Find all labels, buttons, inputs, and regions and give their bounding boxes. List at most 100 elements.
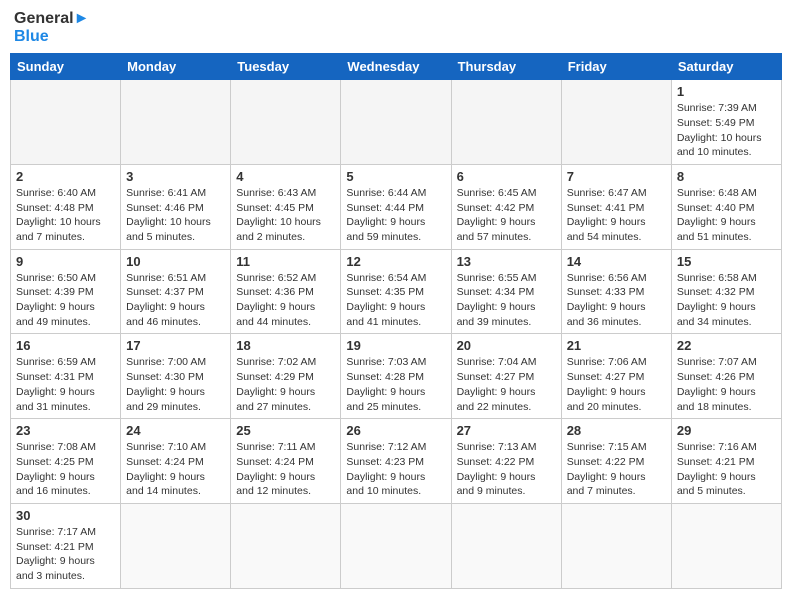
weekday-header-row: SundayMondayTuesdayWednesdayThursdayFrid… [11,54,782,80]
day-number: 9 [16,254,115,269]
calendar-cell: 19Sunrise: 7:03 AMSunset: 4:28 PMDayligh… [341,334,451,419]
weekday-header-friday: Friday [561,54,671,80]
calendar-cell: 22Sunrise: 7:07 AMSunset: 4:26 PMDayligh… [671,334,781,419]
week-row-5: 23 Sunrise: 7:08 AMSunset: 4:25 PMDayligh… [11,419,782,504]
calendar-cell [561,80,671,165]
day-number: 13 [457,254,556,269]
logo: General► Blue [14,10,89,45]
day-info: Sunrise: 7:02 AMSunset: 4:29 PMDaylight:… [236,355,335,414]
day-info: Sunrise: 6:52 AMSunset: 4:36 PMDaylight:… [236,271,335,330]
day-number: 6 [457,169,556,184]
day-number: 4 [236,169,335,184]
calendar-cell: 3 Sunrise: 6:41 AMSunset: 4:46 PMDaylight… [121,164,231,249]
day-number: 23 [16,423,115,438]
week-row-1: 1 Sunrise: 7:39 AMSunset: 5:49 PMDaylight… [11,80,782,165]
page-header: General► Blue [10,10,782,45]
day-info: Sunrise: 7:07 AMSunset: 4:26 PMDaylight:… [677,355,776,414]
calendar-cell [451,503,561,588]
day-number: 29 [677,423,776,438]
day-info: Sunrise: 6:58 AMSunset: 4:32 PMDaylight:… [677,271,776,330]
day-info: Sunrise: 7:16 AMSunset: 4:21 PMDaylight:… [677,440,776,499]
calendar-cell [121,80,231,165]
day-number: 12 [346,254,445,269]
calendar-cell [671,503,781,588]
day-info: Sunrise: 6:43 AMSunset: 4:45 PMDaylight:… [236,186,335,245]
day-info: Sunrise: 6:55 AMSunset: 4:34 PMDaylight:… [457,271,556,330]
logo-container: General► Blue [14,10,89,45]
day-number: 5 [346,169,445,184]
calendar-cell: 20 Sunrise: 7:04 AMSunset: 4:27 PMDayligh… [451,334,561,419]
weekday-header-monday: Monday [121,54,231,80]
calendar-cell: 14 Sunrise: 6:56 AMSunset: 4:33 PMDayligh… [561,249,671,334]
day-info: Sunrise: 7:39 AMSunset: 5:49 PMDaylight:… [677,101,776,160]
day-number: 19 [346,338,445,353]
calendar-cell: 25Sunrise: 7:11 AMSunset: 4:24 PMDayligh… [231,419,341,504]
calendar-cell: 27Sunrise: 7:13 AMSunset: 4:22 PMDayligh… [451,419,561,504]
calendar-cell: 5 Sunrise: 6:44 AMSunset: 4:44 PMDaylight… [341,164,451,249]
calendar-cell: 16Sunrise: 6:59 AMSunset: 4:31 PMDayligh… [11,334,121,419]
day-info: Sunrise: 7:12 AMSunset: 4:23 PMDaylight:… [346,440,445,499]
day-number: 10 [126,254,225,269]
day-number: 11 [236,254,335,269]
day-number: 14 [567,254,666,269]
calendar-cell: 28Sunrise: 7:15 AMSunset: 4:22 PMDayligh… [561,419,671,504]
calendar-cell: 6 Sunrise: 6:45 AMSunset: 4:42 PMDaylight… [451,164,561,249]
day-info: Sunrise: 6:45 AMSunset: 4:42 PMDaylight:… [457,186,556,245]
day-number: 15 [677,254,776,269]
day-info: Sunrise: 6:41 AMSunset: 4:46 PMDaylight:… [126,186,225,245]
calendar-cell: 10 Sunrise: 6:51 AMSunset: 4:37 PMDayligh… [121,249,231,334]
calendar-cell: 7Sunrise: 6:47 AMSunset: 4:41 PMDaylight… [561,164,671,249]
calendar-cell: 24Sunrise: 7:10 AMSunset: 4:24 PMDayligh… [121,419,231,504]
calendar-cell: 29 Sunrise: 7:16 AMSunset: 4:21 PMDayligh… [671,419,781,504]
calendar-cell: 1 Sunrise: 7:39 AMSunset: 5:49 PMDaylight… [671,80,781,165]
day-info: Sunrise: 6:56 AMSunset: 4:33 PMDaylight:… [567,271,666,330]
calendar-cell [121,503,231,588]
calendar-cell [231,503,341,588]
day-number: 8 [677,169,776,184]
logo-blue-text: Blue [14,28,89,46]
logo-general-text: General► [14,10,89,28]
calendar-cell: 11 Sunrise: 6:52 AMSunset: 4:36 PMDayligh… [231,249,341,334]
day-info: Sunrise: 6:59 AMSunset: 4:31 PMDaylight:… [16,355,115,414]
day-info: Sunrise: 7:04 AMSunset: 4:27 PMDaylight:… [457,355,556,414]
day-number: 20 [457,338,556,353]
weekday-header-saturday: Saturday [671,54,781,80]
day-info: Sunrise: 7:10 AMSunset: 4:24 PMDaylight:… [126,440,225,499]
week-row-4: 16Sunrise: 6:59 AMSunset: 4:31 PMDayligh… [11,334,782,419]
calendar-cell: 4 Sunrise: 6:43 AMSunset: 4:45 PMDaylight… [231,164,341,249]
day-number: 1 [677,84,776,99]
weekday-header-tuesday: Tuesday [231,54,341,80]
day-number: 26 [346,423,445,438]
calendar-cell: 12 Sunrise: 6:54 AMSunset: 4:35 PMDayligh… [341,249,451,334]
calendar-cell: 23 Sunrise: 7:08 AMSunset: 4:25 PMDayligh… [11,419,121,504]
calendar-cell [341,503,451,588]
day-number: 2 [16,169,115,184]
week-row-6: 30Sunrise: 7:17 AMSunset: 4:21 PMDayligh… [11,503,782,588]
calendar-table: SundayMondayTuesdayWednesdayThursdayFrid… [10,53,782,589]
calendar-cell: 13 Sunrise: 6:55 AMSunset: 4:34 PMDayligh… [451,249,561,334]
day-info: Sunrise: 6:40 AMSunset: 4:48 PMDaylight:… [16,186,115,245]
day-number: 18 [236,338,335,353]
day-info: Sunrise: 6:51 AMSunset: 4:37 PMDaylight:… [126,271,225,330]
weekday-header-sunday: Sunday [11,54,121,80]
day-info: Sunrise: 6:48 AMSunset: 4:40 PMDaylight:… [677,186,776,245]
day-number: 3 [126,169,225,184]
day-info: Sunrise: 7:00 AMSunset: 4:30 PMDaylight:… [126,355,225,414]
calendar-cell [451,80,561,165]
calendar-cell [11,80,121,165]
calendar-cell: 18 Sunrise: 7:02 AMSunset: 4:29 PMDayligh… [231,334,341,419]
week-row-2: 2 Sunrise: 6:40 AMSunset: 4:48 PMDaylight… [11,164,782,249]
day-info: Sunrise: 7:08 AMSunset: 4:25 PMDaylight:… [16,440,115,499]
calendar-cell: 15 Sunrise: 6:58 AMSunset: 4:32 PMDayligh… [671,249,781,334]
day-info: Sunrise: 6:54 AMSunset: 4:35 PMDaylight:… [346,271,445,330]
day-number: 27 [457,423,556,438]
day-number: 7 [567,169,666,184]
calendar-cell: 26 Sunrise: 7:12 AMSunset: 4:23 PMDayligh… [341,419,451,504]
weekday-header-thursday: Thursday [451,54,561,80]
calendar-cell [561,503,671,588]
day-number: 25 [236,423,335,438]
calendar-cell: 2 Sunrise: 6:40 AMSunset: 4:48 PMDaylight… [11,164,121,249]
calendar-cell [231,80,341,165]
calendar-cell: 8 Sunrise: 6:48 AMSunset: 4:40 PMDaylight… [671,164,781,249]
day-info: Sunrise: 6:44 AMSunset: 4:44 PMDaylight:… [346,186,445,245]
